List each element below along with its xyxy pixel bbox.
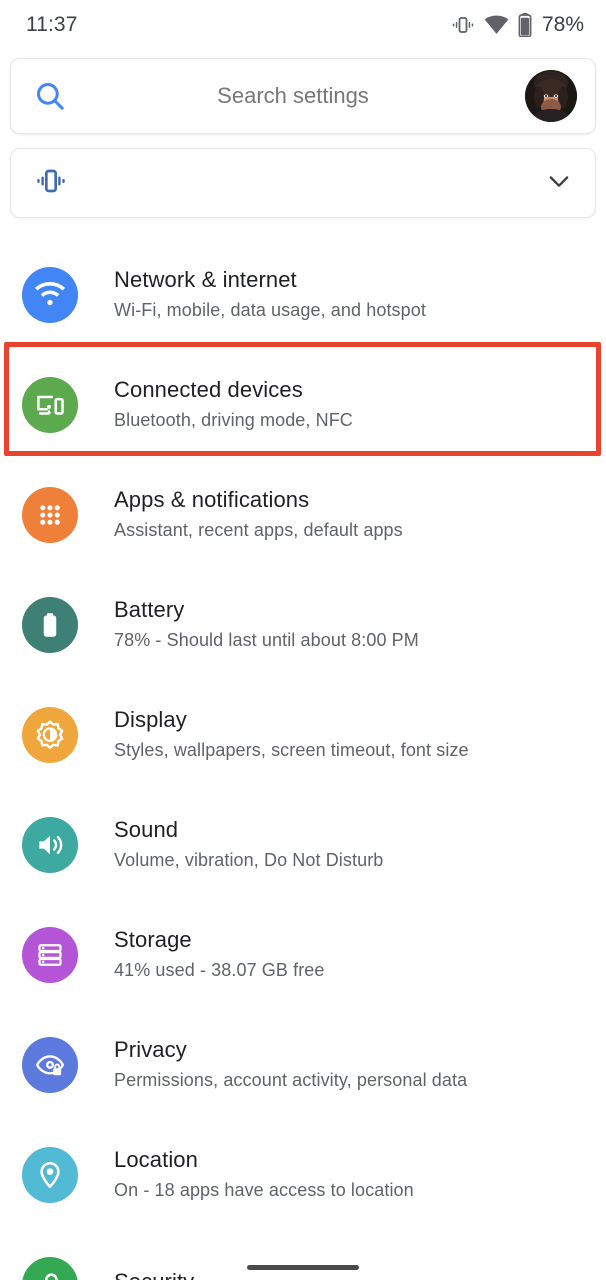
settings-row-subtitle: Permissions, account activity, personal … [114, 1070, 468, 1091]
row-text: Network & internet Wi-Fi, mobile, data u… [114, 267, 426, 322]
row-text: Apps & notifications Assistant, recent a… [114, 487, 403, 542]
settings-row-location[interactable]: Location On - 18 apps have access to loc… [0, 1120, 606, 1230]
devices-icon [22, 377, 78, 433]
settings-row-title: Apps & notifications [114, 487, 310, 513]
battery-icon [518, 13, 532, 37]
status-battery-percent: 78% [541, 13, 584, 36]
app-grid-icon [22, 487, 78, 543]
row-text: Storage 41% used - 38.07 GB free [114, 927, 325, 982]
status-clock: 11:37 [26, 13, 78, 36]
settings-row-title: Security [114, 1269, 194, 1280]
lock-icon [22, 1257, 78, 1280]
settings-row-subtitle: On - 18 apps have access to location [114, 1180, 414, 1201]
settings-row-sound[interactable]: Sound Volume, vibration, Do Not Disturb [0, 790, 606, 900]
search-bar[interactable]: Search settings [10, 58, 596, 134]
row-text: Privacy Permissions, account activity, p… [114, 1037, 467, 1092]
settings-row-display[interactable]: Display Styles, wallpapers, screen timeo… [0, 680, 606, 790]
settings-row-subtitle: 41% used - 38.07 GB free [114, 960, 325, 981]
location-pin-icon [22, 1147, 78, 1203]
status-bar: 11:37 78% [0, 0, 606, 50]
row-text: Security [114, 1269, 194, 1280]
wifi-icon [484, 15, 509, 35]
settings-list: Network & internet Wi-Fi, mobile, data u… [0, 240, 606, 1280]
wifi-icon [22, 267, 78, 323]
settings-row-title: Location [114, 1147, 198, 1173]
settings-row-connected-devices[interactable]: Connected devices Bluetooth, driving mod… [0, 350, 606, 460]
settings-row-title: Privacy [114, 1037, 187, 1063]
settings-row-storage[interactable]: Storage 41% used - 38.07 GB free [0, 900, 606, 1010]
eye-lock-icon [22, 1037, 78, 1093]
settings-row-title: Display [114, 707, 187, 733]
suggestion-card[interactable] [10, 148, 596, 218]
row-text: Sound Volume, vibration, Do Not Disturb [114, 817, 383, 872]
settings-row-battery[interactable]: Battery 78% - Should last until about 8:… [0, 570, 606, 680]
settings-row-security[interactable]: Security [0, 1230, 606, 1280]
settings-row-title: Battery [114, 597, 185, 623]
chevron-down-icon[interactable] [545, 167, 573, 200]
settings-row-title: Network & internet [114, 267, 297, 293]
row-text: Battery 78% - Should last until about 8:… [114, 597, 419, 652]
status-icons: 78% [451, 13, 584, 37]
volume-icon [22, 817, 78, 873]
settings-row-network[interactable]: Network & internet Wi-Fi, mobile, data u… [0, 240, 606, 350]
settings-row-subtitle: 78% - Should last until about 8:00 PM [114, 630, 419, 651]
settings-row-subtitle: Assistant, recent apps, default apps [114, 520, 403, 541]
settings-screen: 11:37 78% Search settings Network & inte… [0, 0, 606, 1280]
vibrate-icon [451, 13, 475, 37]
settings-row-subtitle: Bluetooth, driving mode, NFC [114, 410, 353, 431]
settings-row-subtitle: Volume, vibration, Do Not Disturb [114, 850, 384, 871]
vibrate-icon[interactable] [35, 165, 67, 202]
settings-row-title: Sound [114, 817, 179, 843]
settings-row-subtitle: Wi-Fi, mobile, data usage, and hotspot [114, 300, 426, 321]
home-indicator[interactable] [247, 1265, 359, 1270]
row-text: Location On - 18 apps have access to loc… [114, 1147, 414, 1202]
storage-icon [22, 927, 78, 983]
settings-row-title: Storage [114, 927, 192, 953]
settings-row-apps-notifications[interactable]: Apps & notifications Assistant, recent a… [0, 460, 606, 570]
row-text: Connected devices Bluetooth, driving mod… [114, 377, 353, 432]
row-text: Display Styles, wallpapers, screen timeo… [114, 707, 469, 762]
brightness-icon [22, 707, 78, 763]
battery-icon [22, 597, 78, 653]
avatar[interactable] [525, 70, 577, 122]
settings-row-privacy[interactable]: Privacy Permissions, account activity, p… [0, 1010, 606, 1120]
settings-row-subtitle: Styles, wallpapers, screen timeout, font… [114, 740, 469, 761]
settings-row-title: Connected devices [114, 377, 303, 403]
search-input[interactable]: Search settings [61, 83, 525, 109]
